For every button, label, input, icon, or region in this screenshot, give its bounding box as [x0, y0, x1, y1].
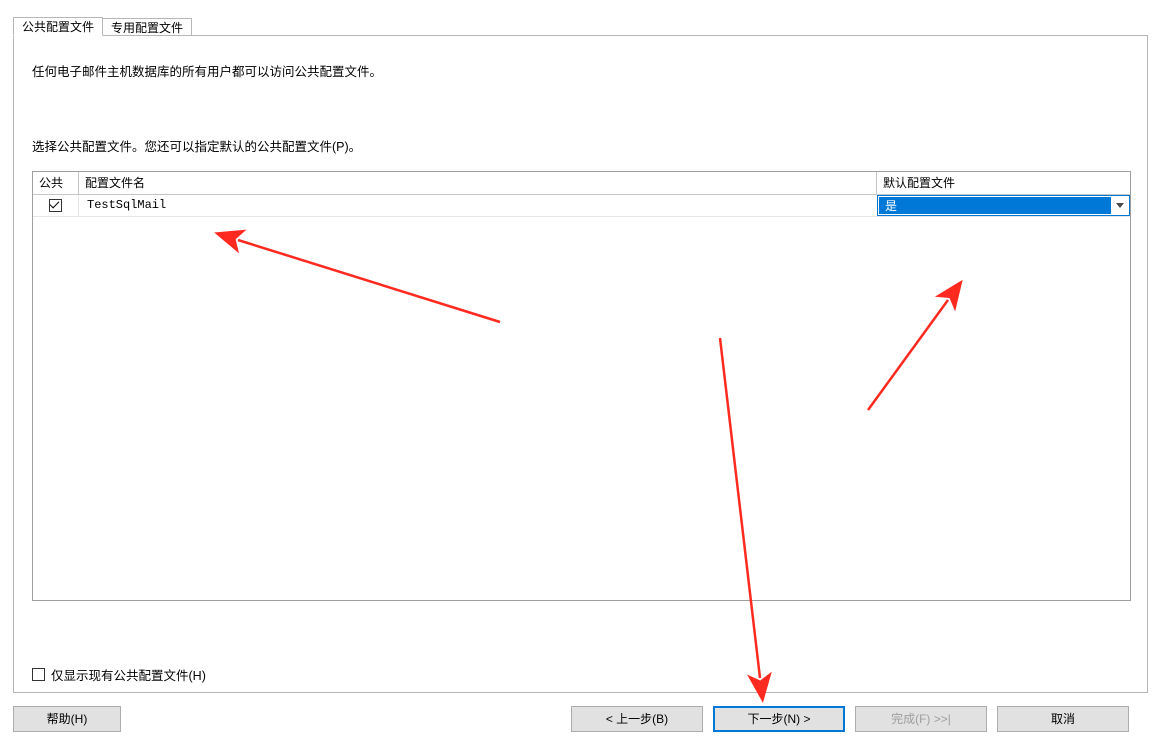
- col-header-name[interactable]: 配置文件名: [79, 172, 877, 194]
- col-header-public[interactable]: 公共: [33, 172, 79, 194]
- cancel-button[interactable]: 取消: [997, 706, 1129, 732]
- grid-header: 公共 配置文件名 默认配置文件: [33, 172, 1130, 195]
- finish-button: 完成(F) >>|: [855, 706, 987, 732]
- default-profile-value: 是: [879, 197, 1111, 214]
- chevron-down-icon: [1116, 203, 1124, 208]
- checkbox-box[interactable]: [32, 668, 45, 681]
- next-button[interactable]: 下一步(N) >: [713, 706, 845, 732]
- cell-public[interactable]: [33, 195, 79, 216]
- only-existing-label: 仅显示现有公共配置文件(H): [51, 665, 206, 684]
- col-header-default[interactable]: 默认配置文件: [877, 172, 1130, 194]
- back-button[interactable]: < 上一步(B): [571, 706, 703, 732]
- profiles-grid: 公共 配置文件名 默认配置文件 TestSqlMail 是: [32, 171, 1131, 601]
- cell-profile-name[interactable]: TestSqlMail: [79, 195, 877, 216]
- description-text-1: 任何电子邮件主机数据库的所有用户都可以访问公共配置文件。: [32, 61, 382, 80]
- tab-strip: 公共配置文件 专用配置文件: [13, 17, 191, 36]
- button-bar: 帮助(H) < 上一步(B) 下一步(N) > 完成(F) >>| 取消: [13, 706, 1148, 736]
- default-profile-combobox[interactable]: 是: [877, 195, 1130, 216]
- tab-public-profile[interactable]: 公共配置文件: [13, 17, 103, 36]
- only-existing-checkbox[interactable]: 仅显示现有公共配置文件(H): [32, 665, 206, 684]
- table-row: TestSqlMail 是: [33, 195, 1130, 217]
- content-box: 任何电子邮件主机数据库的所有用户都可以访问公共配置文件。 选择公共配置文件。您还…: [13, 35, 1148, 693]
- tab-private-profile[interactable]: 专用配置文件: [102, 18, 192, 36]
- combobox-dropdown-button[interactable]: [1111, 196, 1129, 215]
- public-checkbox[interactable]: [49, 199, 62, 212]
- cell-default-profile[interactable]: 是: [877, 195, 1130, 216]
- description-text-2: 选择公共配置文件。您还可以指定默认的公共配置文件(P)。: [32, 136, 361, 155]
- help-button[interactable]: 帮助(H): [13, 706, 121, 732]
